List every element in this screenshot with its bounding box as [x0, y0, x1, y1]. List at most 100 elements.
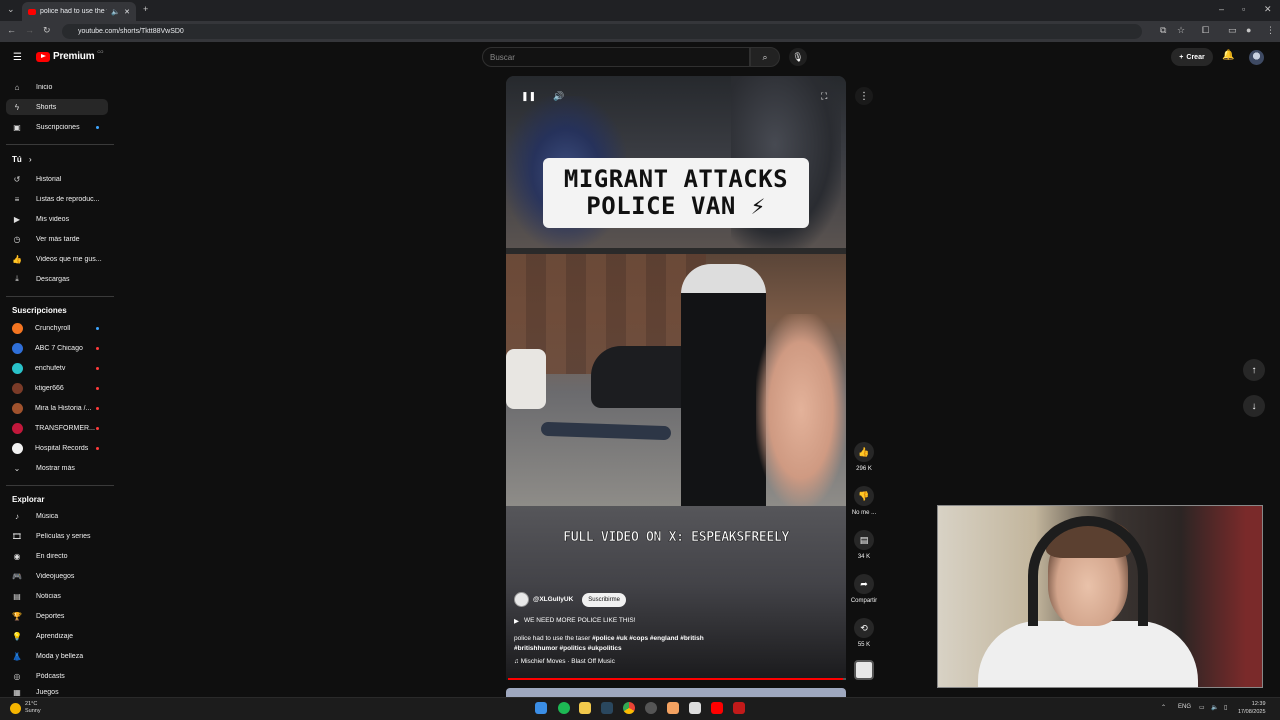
sidebar-item-moda[interactable]: 👗 Moda y belleza — [6, 648, 108, 664]
sidebar-item-noticias[interactable]: ▤ Noticias — [6, 588, 108, 604]
account-avatar[interactable] — [1249, 50, 1264, 65]
search-input[interactable]: Buscar — [482, 47, 750, 67]
sidebar-item-historial[interactable]: ↺ Historial — [6, 171, 108, 187]
app-icon[interactable] — [733, 702, 745, 714]
thumbs-up-icon: 👍 — [854, 442, 874, 462]
subscribe-button[interactable]: Suscribirme — [582, 592, 626, 607]
spotify-icon[interactable] — [558, 702, 570, 714]
sidebar-item-descargas[interactable]: ⤓ Descargas — [6, 271, 108, 287]
description-toggle[interactable]: ▶ WE NEED MORE POLICE LIKE THIS! — [514, 617, 636, 625]
speaker-icon[interactable]: 🔈 — [1211, 704, 1218, 711]
minimize-icon[interactable]: – — [1219, 4, 1224, 14]
create-button[interactable]: + Crear — [1171, 48, 1213, 66]
browser-tab[interactable]: police had to use the taser 🔈 ✕ — [22, 2, 136, 21]
channel-avatar[interactable] — [514, 592, 529, 607]
sidebar-item-juegos[interactable]: ▦ Juegos — [6, 688, 108, 697]
network-icon[interactable]: ▭ — [1199, 704, 1205, 711]
cast-icon[interactable]: ▭ — [1228, 25, 1237, 36]
back-icon[interactable]: ← — [7, 25, 16, 35]
fullscreen-icon[interactable]: ⛶ — [821, 91, 827, 102]
notifications-bell-icon[interactable]: 🔔 — [1222, 50, 1234, 61]
music-info[interactable]: ♫ Mischief Moves · Blast Off Music — [514, 658, 615, 665]
sidebar-sub-mira-la-historia[interactable]: Mira la Historia /... — [6, 400, 108, 416]
remix-button[interactable]: ⟲ 55 K — [848, 618, 880, 648]
search-placeholder: Buscar — [490, 52, 515, 62]
app-icon[interactable] — [645, 702, 657, 714]
tab-audio-icon[interactable]: 🔈 — [111, 8, 120, 16]
dislike-label: No me ... — [851, 510, 877, 516]
comments-button[interactable]: ▤ 34 K — [848, 530, 880, 560]
weather-widget[interactable]: 21°C Sunny — [10, 701, 41, 715]
sidebar-item-podcasts[interactable]: ◎ Pódcasts — [6, 668, 108, 684]
search-button[interactable]: ⌕ — [750, 47, 780, 67]
video-progress-bar[interactable] — [508, 678, 846, 680]
pause-icon[interactable]: ❚❚ — [521, 91, 536, 102]
tab-close-icon[interactable]: ✕ — [124, 8, 130, 16]
open-in-app-icon[interactable]: ⧉ — [1160, 25, 1166, 36]
file-explorer-icon[interactable] — [579, 702, 591, 714]
chrome-icon[interactable] — [623, 702, 635, 714]
sidebar-sub-enchufetv[interactable]: enchufetv — [6, 360, 108, 376]
sidebar-sub-hospital-records[interactable]: Hospital Records — [6, 440, 108, 456]
sidebar-item-en-directo[interactable]: ◉ En directo — [6, 548, 108, 564]
share-label: Compartir — [850, 598, 878, 604]
sidebar-sub-abc7[interactable]: ABC 7 Chicago — [6, 340, 108, 356]
next-short-button[interactable]: ↓ — [1243, 395, 1265, 417]
sidebar-sub-ktiger666[interactable]: ktiger666 — [6, 380, 108, 396]
voice-search-button[interactable]: 🎙 — [789, 48, 807, 66]
sidebar-item-musica[interactable]: ♪ Música — [6, 508, 108, 524]
shorts-player[interactable]: MIGRANT ATTACKS POLICE VAN ⚡ FULL VIDEO … — [506, 76, 846, 680]
system-clock[interactable]: 12:39 17/08/2025 — [1238, 700, 1266, 716]
reload-icon[interactable]: ↻ — [43, 25, 51, 36]
browser-menu-icon[interactable]: ⋮ — [1266, 25, 1275, 36]
app-icon[interactable] — [667, 702, 679, 714]
new-tab-icon[interactable]: + — [143, 4, 148, 14]
sidebar-show-more[interactable]: ⌄ Mostrar más — [6, 460, 108, 476]
bookmark-star-icon[interactable]: ☆ — [1177, 25, 1185, 36]
youtube-logo[interactable]: Premium CO — [36, 49, 103, 62]
sidebar-sub-transformers[interactable]: TRANSFORMER... — [6, 420, 108, 436]
next-short-preview[interactable] — [506, 688, 846, 697]
sidebar-item-peliculas[interactable]: 🎞 Películas y series — [6, 528, 108, 544]
video-caption-line1: MIGRANT ATTACKS — [563, 165, 789, 193]
language-indicator[interactable]: ENG — [1178, 704, 1191, 710]
steam-icon[interactable] — [601, 702, 613, 714]
maximize-icon[interactable]: ▫ — [1242, 4, 1245, 14]
channel-avatar — [12, 322, 23, 334]
profile-icon[interactable]: ● — [1246, 25, 1251, 35]
sidebar-item-liked[interactable]: 👍 Videos que me gus... — [6, 251, 108, 267]
battery-icon[interactable]: ▯ — [1224, 704, 1227, 711]
sidebar-sub-crunchyroll[interactable]: Crunchyroll — [6, 320, 108, 336]
extensions-icon[interactable]: ⧠ — [1202, 25, 1209, 36]
you-section-header[interactable]: Tú › — [12, 155, 32, 164]
tray-chevron-icon[interactable]: ⌃ — [1161, 704, 1166, 711]
channel-name[interactable]: @XLGullyUK — [533, 596, 573, 603]
youtube-app-icon[interactable] — [711, 702, 723, 714]
volume-icon[interactable]: 🔊 — [553, 91, 564, 102]
sidebar-item-inicio[interactable]: ⌂ Inicio — [6, 79, 108, 95]
sidebar-item-shorts[interactable]: ϟ Shorts — [6, 99, 108, 115]
calendar-icon[interactable] — [689, 702, 701, 714]
sidebar-item-deportes[interactable]: 🏆 Deportes — [6, 608, 108, 624]
title-hashtags[interactable]: #britishhumor #politics #ukpolitics — [514, 645, 622, 652]
sidebar-item-ver-mas-tarde[interactable]: ◷ Ver más tarde — [6, 231, 108, 247]
sidebar-item-suscripciones[interactable]: ▣ Suscripciones — [6, 119, 108, 135]
title-hashtags[interactable]: #police #uk #cops #england #british — [592, 635, 704, 642]
window-close-icon[interactable]: ✕ — [1264, 4, 1272, 15]
sidebar-item-listas[interactable]: ≡ Listas de reproduc... — [6, 191, 108, 207]
sidebar-item-mis-videos[interactable]: ▶ Mis videos — [6, 211, 108, 227]
more-options-button[interactable]: ⋮ — [855, 87, 873, 105]
learning-icon: 💡 — [12, 631, 22, 641]
start-windows-icon[interactable] — [535, 702, 547, 714]
menu-hamburger-icon[interactable]: ☰ — [13, 52, 22, 63]
dislike-button[interactable]: 👎 No me ... — [848, 486, 880, 516]
sidebar-item-videojuegos[interactable]: 🎮 Videojuegos — [6, 568, 108, 584]
share-button[interactable]: ➦ Compartir — [848, 574, 880, 604]
address-bar[interactable]: youtube.com/shorts/Tktt88VwSD0 — [62, 24, 1142, 39]
forward-icon[interactable]: → — [25, 25, 34, 35]
sidebar-item-aprendizaje[interactable]: 💡 Aprendizaje — [6, 628, 108, 644]
sound-thumbnail[interactable] — [854, 660, 874, 680]
like-button[interactable]: 👍 296 K — [848, 442, 880, 472]
tab-list-icon[interactable]: ⌄ — [7, 4, 15, 15]
previous-short-button[interactable]: ↑ — [1243, 359, 1265, 381]
